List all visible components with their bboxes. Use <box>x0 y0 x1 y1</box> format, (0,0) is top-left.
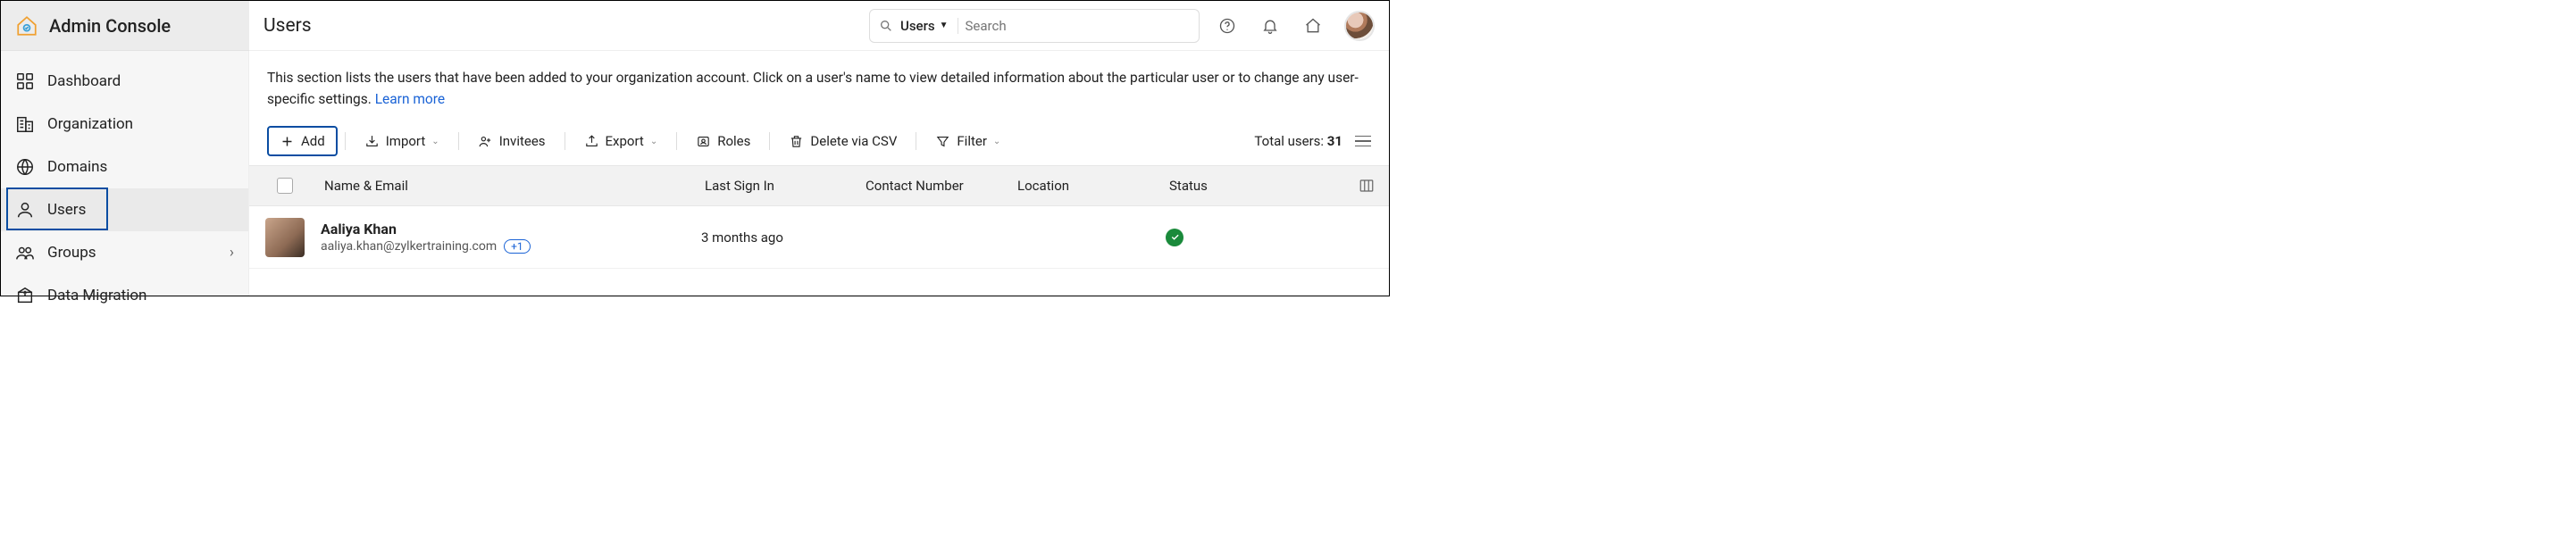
page-title: Users <box>263 15 312 37</box>
sidebar-item-data-migration[interactable]: Data Migration <box>1 274 248 317</box>
search-category-label: Users <box>900 18 935 34</box>
table-header: Name & Email Last Sign In Contact Number… <box>249 165 1389 206</box>
filter-button-label: Filter <box>957 133 987 149</box>
roles-icon <box>696 134 711 149</box>
search-input[interactable] <box>966 18 1191 34</box>
search-icon <box>879 19 893 33</box>
notifications-button[interactable] <box>1255 11 1285 41</box>
home-icon <box>1304 17 1322 35</box>
chevron-down-icon: ⌄ <box>431 137 439 146</box>
sidebar-item-organization[interactable]: Organization <box>1 103 248 146</box>
plus-icon <box>280 134 295 149</box>
sidebar-item-label: Groups <box>47 244 96 262</box>
sidebar-item-domains[interactable]: Domains <box>1 146 248 188</box>
col-name-email[interactable]: Name & Email <box>321 178 701 194</box>
user-row-avatar <box>265 218 305 257</box>
roles-button-label: Roles <box>717 133 750 149</box>
export-button[interactable]: Export ⌄ <box>573 126 670 156</box>
table-row[interactable]: Aaliya Khan aaliya.khan@zylkertraining.c… <box>249 206 1389 269</box>
col-location[interactable]: Location <box>1014 178 1166 194</box>
sidebar-item-users[interactable]: Users <box>1 188 248 231</box>
brand-title: Admin Console <box>49 15 171 37</box>
delete-csv-button[interactable]: Delete via CSV <box>777 126 908 156</box>
separator <box>345 132 346 150</box>
users-table: Name & Email Last Sign In Contact Number… <box>249 165 1389 269</box>
total-users: Total users: 31 <box>1254 133 1342 149</box>
col-contact-number[interactable]: Contact Number <box>862 178 1014 194</box>
roles-button[interactable]: Roles <box>684 126 762 156</box>
select-all-checkbox[interactable] <box>277 178 293 194</box>
chevron-down-icon: ⌄ <box>993 137 1000 146</box>
separator <box>769 132 770 150</box>
sidebar: Dashboard Organization Domains Users Gro… <box>1 51 249 296</box>
organization-icon <box>15 114 35 134</box>
delete-csv-button-label: Delete via CSV <box>810 133 897 149</box>
dashboard-icon <box>15 71 35 91</box>
chevron-right-icon: › <box>230 244 234 262</box>
sidebar-item-label: Dashboard <box>47 72 121 90</box>
trash-icon <box>789 134 804 149</box>
invitees-button[interactable]: Invitees <box>466 126 557 156</box>
global-search[interactable]: Users ▼ <box>869 9 1200 43</box>
filter-icon <box>935 134 950 149</box>
import-button[interactable]: Import ⌄ <box>353 126 451 156</box>
list-density-toggle[interactable] <box>1355 136 1371 147</box>
export-icon <box>584 134 599 149</box>
separator <box>458 132 459 150</box>
status-active-icon <box>1166 229 1183 246</box>
sidebar-item-dashboard[interactable]: Dashboard <box>1 60 248 103</box>
intro-text: This section lists the users that have b… <box>249 51 1389 117</box>
add-button[interactable]: Add <box>267 126 338 156</box>
col-status[interactable]: Status <box>1166 178 1344 194</box>
brand-area: Admin Console <box>1 1 249 51</box>
search-category-dropdown[interactable]: Users ▼ <box>900 18 958 34</box>
columns-icon <box>1359 178 1375 194</box>
help-button[interactable] <box>1212 11 1242 41</box>
sidebar-item-groups[interactable]: Groups › <box>1 231 248 274</box>
export-button-label: Export <box>606 133 644 149</box>
extra-emails-badge[interactable]: +1 <box>504 239 531 254</box>
row-select-cell[interactable] <box>249 218 321 257</box>
sidebar-item-label: Domains <box>47 158 107 176</box>
separator <box>676 132 677 150</box>
sidebar-item-label: Organization <box>47 115 133 133</box>
select-all-cell[interactable] <box>249 178 321 194</box>
import-icon <box>364 134 380 149</box>
caret-down-icon: ▼ <box>940 21 949 30</box>
name-email-cell[interactable]: Aaliya Khan aaliya.khan@zylkertraining.c… <box>321 221 701 254</box>
help-icon <box>1218 17 1236 35</box>
bell-icon <box>1261 17 1279 35</box>
total-users-value: 31 <box>1327 133 1342 149</box>
invitees-button-label: Invitees <box>499 133 546 149</box>
migration-icon <box>15 286 35 305</box>
filter-button[interactable]: Filter ⌄ <box>924 126 1012 156</box>
columns-settings-button[interactable] <box>1344 178 1389 194</box>
sidebar-item-label: Data Migration <box>47 287 146 304</box>
toolbar: Add Import ⌄ Invitees Export ⌄ R <box>249 117 1389 165</box>
user-avatar[interactable] <box>1344 11 1375 41</box>
sidebar-item-label: Users <box>47 201 86 219</box>
user-email: aaliya.khan@zylkertraining.com <box>321 239 497 254</box>
import-button-label: Import <box>386 133 426 149</box>
total-users-label: Total users: <box>1254 133 1326 149</box>
learn-more-link[interactable]: Learn more <box>375 91 445 107</box>
add-button-label: Add <box>301 133 325 149</box>
chevron-down-icon: ⌄ <box>650 137 657 146</box>
invitees-icon <box>478 134 493 149</box>
status-cell <box>1166 229 1344 246</box>
user-name: Aaliya Khan <box>321 221 531 238</box>
globe-icon <box>15 157 35 177</box>
home-button[interactable] <box>1298 11 1328 41</box>
groups-icon <box>15 243 35 262</box>
col-last-sign-in[interactable]: Last Sign In <box>701 178 862 194</box>
user-icon <box>15 200 35 220</box>
last-sign-in-cell: 3 months ago <box>701 229 862 246</box>
brand-logo-icon <box>15 14 38 38</box>
